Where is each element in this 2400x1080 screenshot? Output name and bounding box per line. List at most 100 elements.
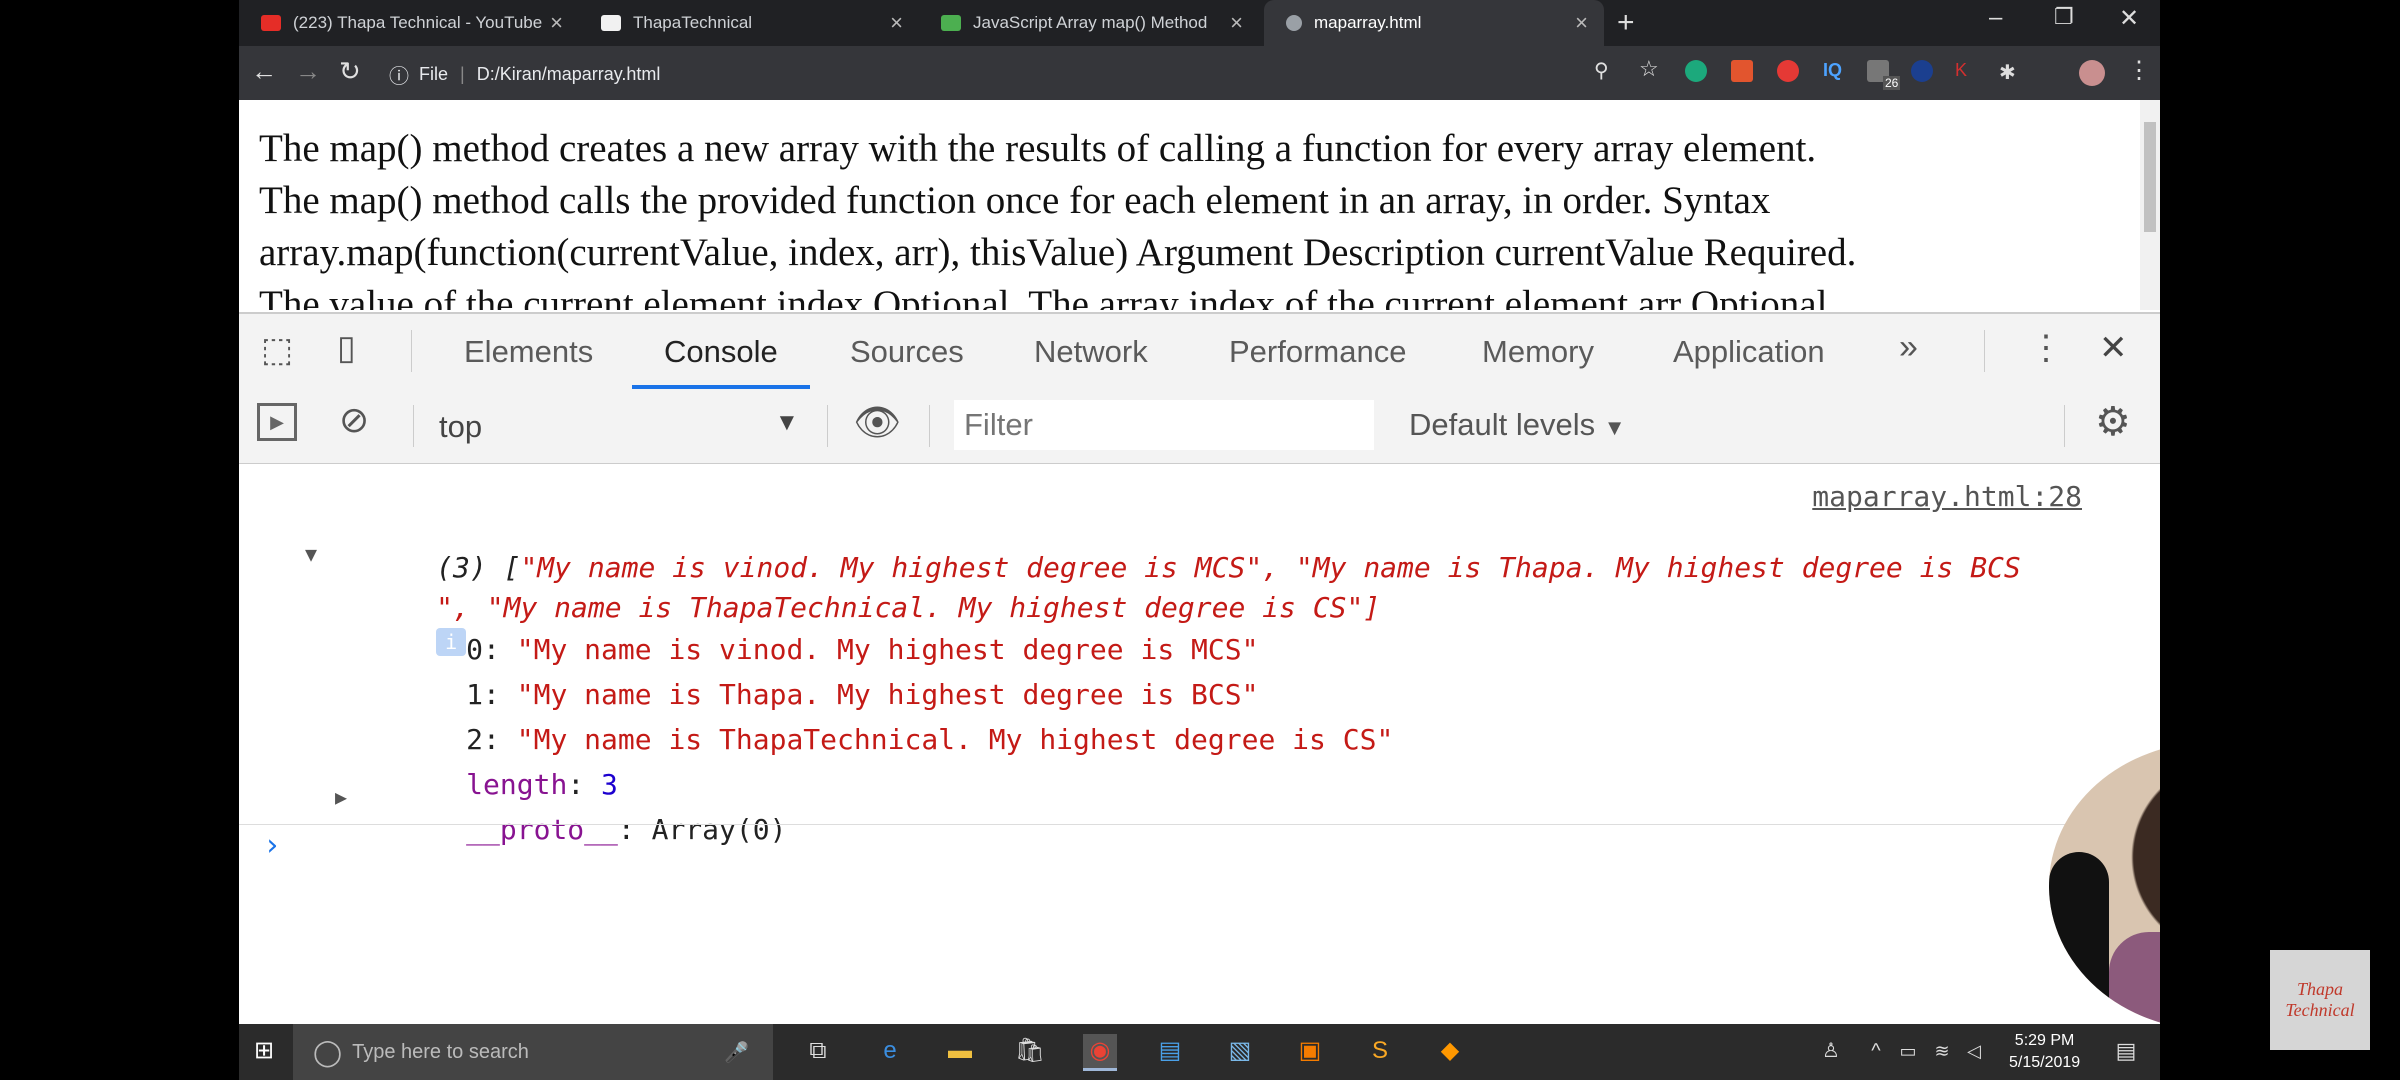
youtube-icon: [261, 15, 281, 31]
device-toolbar-icon[interactable]: ▯: [337, 328, 356, 368]
divider: [827, 405, 828, 447]
filter-input[interactable]: [954, 400, 1374, 450]
windows-start-icon[interactable]: ⊞: [247, 1034, 281, 1068]
tab-label: maparray.html: [1314, 13, 1422, 32]
tab-label: (223) Thapa Technical - YouTube: [293, 13, 543, 32]
divider: [239, 824, 2160, 825]
extension-icon[interactable]: [1777, 60, 1799, 82]
extension-icon[interactable]: [1731, 60, 1753, 82]
log-levels-dropdown[interactable]: Default levels ▼: [1409, 407, 1626, 443]
tab-label: JavaScript Array map() Method: [973, 13, 1208, 32]
close-devtools-icon[interactable]: ✕: [2099, 328, 2128, 368]
battery-icon[interactable]: ▭: [1891, 1034, 1925, 1068]
iq-extension-icon[interactable]: IQ: [1823, 60, 1845, 82]
log-levels-label: Default levels: [1409, 407, 1596, 442]
eye-icon[interactable]: 👁: [853, 401, 901, 445]
close-icon[interactable]: ×: [1575, 10, 1588, 36]
browser-tab-strip: (223) Thapa Technical - YouTube × ThapaT…: [239, 0, 2160, 46]
page-viewport: The map() method creates a new array wit…: [239, 100, 2160, 310]
chevron-down-icon[interactable]: ▼: [775, 409, 799, 437]
forward-icon[interactable]: →: [295, 56, 321, 87]
inspect-element-icon[interactable]: ⬚: [261, 330, 293, 370]
tab-network[interactable]: Network: [1034, 334, 1148, 370]
item-value: "My name is ThapaTechnical. My highest d…: [516, 723, 1394, 756]
tab-maparray[interactable]: maparray.html ×: [1264, 0, 1604, 46]
console-prompt[interactable]: ›: [263, 828, 281, 863]
zoom-icon[interactable]: ⚲: [1594, 58, 1609, 83]
people-icon[interactable]: ♙: [1814, 1034, 1848, 1068]
sublime-text-icon[interactable]: S: [1363, 1034, 1397, 1068]
search-placeholder: Type here to search: [352, 1040, 529, 1063]
tab-youtube[interactable]: (223) Thapa Technical - YouTube ×: [239, 0, 579, 46]
close-window-icon[interactable]: ✕: [2119, 4, 2139, 33]
proto-value: Array(0): [651, 813, 787, 846]
show-sidebar-icon[interactable]: ▶: [257, 403, 297, 441]
app-icon[interactable]: ▧: [1223, 1034, 1257, 1068]
restore-icon[interactable]: ❐: [2054, 4, 2074, 30]
chevron-up-icon[interactable]: ^: [1859, 1034, 1893, 1068]
devtools-menu-icon[interactable]: ⋮: [2029, 328, 2063, 368]
app-icon[interactable]: ▤: [1153, 1034, 1187, 1068]
notifications-icon[interactable]: ▤: [2109, 1034, 2143, 1068]
page-icon: [601, 15, 621, 31]
tab-application[interactable]: Application: [1673, 334, 1825, 370]
extension-icon[interactable]: K: [1955, 60, 1977, 82]
page-line: The map() method creates a new array wit…: [259, 127, 1817, 170]
menu-icon[interactable]: ⋮: [2127, 56, 2151, 85]
close-icon[interactable]: ×: [1230, 10, 1243, 36]
page-line: The value of the current element index O…: [259, 283, 1838, 310]
tab-elements[interactable]: Elements: [464, 334, 593, 370]
task-view-icon[interactable]: ⧉: [801, 1034, 835, 1068]
taskbar-clock[interactable]: 5:29 PM 5/15/2019: [2009, 1030, 2080, 1074]
page-line: The map() method calls the provided func…: [259, 179, 1771, 222]
tab-console[interactable]: Console: [664, 334, 778, 370]
extension-icon[interactable]: [1911, 60, 1933, 82]
array-proto[interactable]: __proto__: Array(0): [365, 780, 786, 879]
scrollbar-thumb[interactable]: [2144, 122, 2156, 232]
expand-proto-icon[interactable]: ▶: [335, 780, 347, 814]
expand-triangle-icon[interactable]: ▼: [305, 542, 317, 566]
more-tabs-icon[interactable]: »: [1899, 328, 1918, 367]
store-icon[interactable]: 🛍: [1013, 1034, 1047, 1068]
taskbar-search[interactable]: ◯ Type here to search 🎤: [293, 1024, 773, 1080]
address-bar[interactable]: ⓘ File | D:/Kiran/maparray.html: [389, 56, 1849, 92]
tab-w3schools[interactable]: JavaScript Array map() Method ×: [919, 0, 1259, 46]
info-icon[interactable]: ⓘ: [389, 60, 409, 89]
grammarly-icon[interactable]: [1685, 60, 1707, 82]
wifi-icon[interactable]: ≋: [1925, 1034, 1959, 1068]
settings-extension-icon[interactable]: ✱: [1999, 60, 2021, 84]
git-icon[interactable]: ◆: [1433, 1034, 1467, 1068]
gear-icon[interactable]: ⚙: [2095, 399, 2131, 445]
divider: [1984, 330, 1985, 372]
new-tab-button[interactable]: +: [1617, 6, 1635, 40]
page-scrollbar[interactable]: [2140, 100, 2160, 310]
file-explorer-icon[interactable]: ▬: [943, 1034, 977, 1068]
microphone-icon[interactable]: 🎤: [724, 1040, 749, 1065]
presenter: [2109, 932, 2160, 1030]
tab-memory[interactable]: Memory: [1482, 334, 1594, 370]
back-icon[interactable]: ←: [251, 56, 277, 87]
close-icon[interactable]: ×: [890, 10, 903, 36]
proto-key: __proto__: [466, 813, 618, 846]
chrome-icon[interactable]: ◉: [1083, 1034, 1117, 1071]
volume-icon[interactable]: ◁: [1957, 1034, 1991, 1068]
windows-taskbar: ⊞ ◯ Type here to search 🎤 ⧉ e ▬ 🛍 ◉ ▤ ▧ …: [239, 1024, 2160, 1080]
close-icon[interactable]: ×: [550, 10, 563, 36]
edge-icon[interactable]: e: [873, 1034, 907, 1068]
tab-sources[interactable]: Sources: [850, 334, 964, 370]
url-separator: |: [460, 63, 465, 84]
clock-date: 5/15/2019: [2009, 1054, 2081, 1071]
microphone: [2049, 852, 2109, 1030]
tab-thapatechnical[interactable]: ThapaTechnical ×: [579, 0, 919, 46]
avatar[interactable]: [2079, 60, 2105, 86]
divider: [411, 330, 412, 372]
page-text: The map() method creates a new array wit…: [259, 123, 2139, 310]
app-icon[interactable]: ▣: [1293, 1034, 1327, 1068]
bookmark-star-icon[interactable]: ☆: [1639, 56, 1659, 82]
source-link[interactable]: maparray.html:28: [1812, 480, 2082, 513]
tab-performance[interactable]: Performance: [1229, 334, 1406, 370]
clear-console-icon[interactable]: ⊘: [339, 399, 369, 441]
channel-logo: Thapa Technical: [2270, 950, 2370, 1050]
reload-icon[interactable]: ↻: [339, 56, 361, 87]
minimize-icon[interactable]: –: [1989, 4, 2002, 32]
